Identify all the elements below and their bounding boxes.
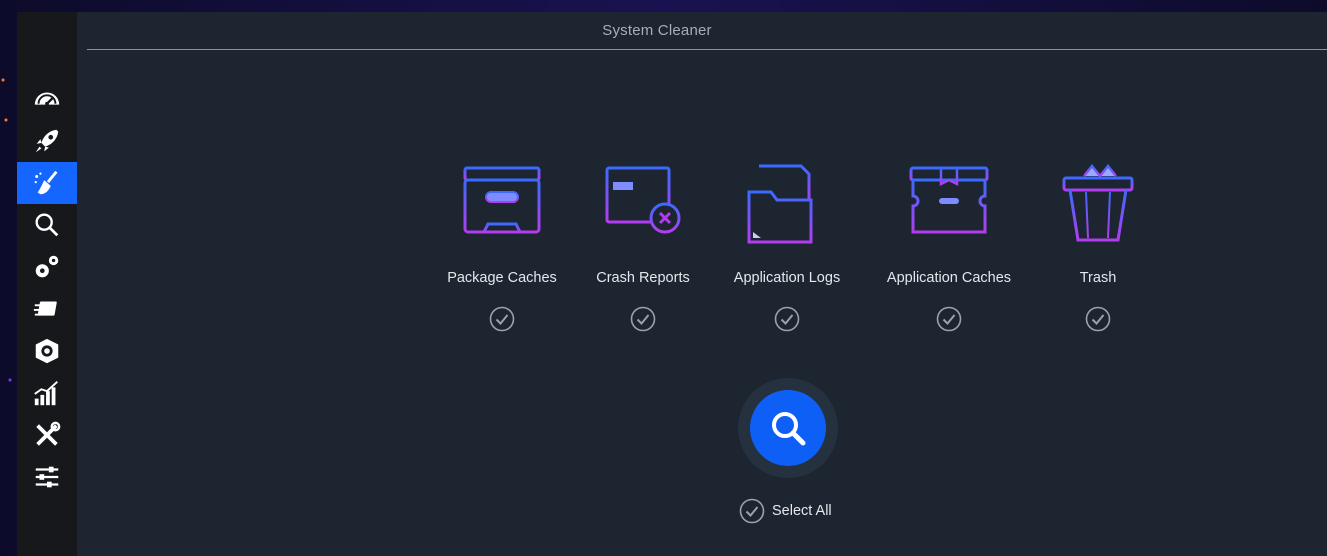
category-label: Application Caches bbox=[886, 270, 1012, 286]
sidebar-item-uninstaller[interactable] bbox=[17, 330, 77, 372]
window-title: System Cleaner bbox=[602, 22, 712, 39]
sidebar-item-dashboard[interactable] bbox=[17, 78, 77, 120]
gears-icon bbox=[35, 255, 59, 278]
application-logs-icon bbox=[747, 164, 819, 244]
category-trash: Trash bbox=[1018, 162, 1178, 332]
sidebar-item-startup[interactable] bbox=[17, 120, 77, 162]
checkbox-checked-icon[interactable] bbox=[1085, 306, 1111, 332]
category-application-logs: Application Logs bbox=[707, 162, 867, 332]
category-crash-reports: Crash Reports bbox=[563, 162, 723, 332]
package-icon bbox=[35, 338, 59, 364]
checkbox-checked-icon[interactable] bbox=[936, 306, 962, 332]
select-all-label: Select All bbox=[772, 503, 832, 519]
sidebar-item-settings[interactable] bbox=[17, 456, 77, 498]
title-bar: System Cleaner bbox=[87, 12, 1327, 50]
package-caches-icon bbox=[463, 166, 541, 234]
checkbox-checked-icon[interactable] bbox=[489, 306, 515, 332]
sidebar-item-resources[interactable] bbox=[17, 372, 77, 414]
sliders-icon bbox=[35, 466, 59, 488]
tools-icon bbox=[36, 421, 61, 446]
trash-icon bbox=[1062, 163, 1134, 242]
services-icon bbox=[33, 301, 57, 316]
crash-reports-icon bbox=[605, 166, 681, 234]
category-label: Package Caches bbox=[447, 270, 557, 286]
dashboard-gauge-icon bbox=[34, 92, 60, 106]
application-caches-icon bbox=[909, 166, 989, 234]
search-icon bbox=[35, 213, 59, 237]
chart-icon bbox=[34, 381, 58, 406]
checkbox-checked-icon[interactable] bbox=[774, 306, 800, 332]
sidebar-item-processes[interactable] bbox=[17, 246, 77, 288]
sidebar-item-system-cleaner[interactable] bbox=[17, 162, 77, 204]
sidebar-item-search[interactable] bbox=[17, 204, 77, 246]
rocket-icon bbox=[35, 129, 59, 153]
broom-icon bbox=[34, 170, 58, 195]
category-application-caches: Application Caches bbox=[869, 162, 1029, 332]
checkbox-checked-icon[interactable] bbox=[739, 498, 765, 524]
search-icon bbox=[772, 412, 806, 446]
category-label: Crash Reports bbox=[596, 270, 690, 286]
sidebar bbox=[17, 12, 77, 556]
sidebar-item-services[interactable] bbox=[17, 288, 77, 330]
category-package-caches: Package Caches bbox=[422, 162, 582, 332]
scan-button[interactable] bbox=[750, 390, 826, 466]
category-label: Application Logs bbox=[733, 270, 841, 286]
category-label: Trash bbox=[1079, 270, 1117, 286]
system-cleaner-panel: System Cleaner Package Caches Crash Repo… bbox=[77, 12, 1327, 556]
select-all-toggle[interactable]: Select All bbox=[739, 498, 832, 524]
checkbox-checked-icon[interactable] bbox=[630, 306, 656, 332]
scan-button-ring bbox=[738, 378, 838, 478]
sidebar-item-helpers[interactable] bbox=[17, 414, 77, 456]
